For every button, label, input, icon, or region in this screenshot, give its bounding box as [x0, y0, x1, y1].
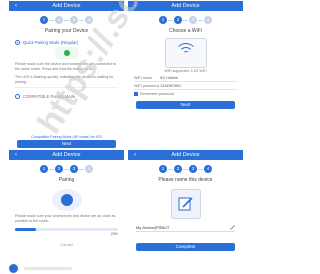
step-indicator: 1 2 3 4 — [9, 165, 124, 173]
step-4: 4 — [85, 165, 93, 173]
cancel-link[interactable]: Cancel — [9, 242, 124, 247]
option-label: Quick Pairing Mode (Regular) — [23, 40, 79, 45]
remember-label: Remember password — [140, 92, 175, 96]
header-title: Add Device — [171, 152, 200, 158]
step-3: 3 — [189, 16, 197, 24]
step-3: 3 — [189, 165, 197, 173]
back-arrow-icon[interactable]: ‹ — [12, 1, 20, 11]
step-4: 4 — [204, 16, 212, 24]
step-1: 1 — [40, 16, 48, 24]
device-name-value[interactable]: My Device(FRBUT — [136, 225, 230, 230]
back-arrow-icon[interactable]: ‹ — [131, 150, 139, 160]
radio-unselected-icon[interactable] — [15, 94, 20, 99]
option-label: COMPATIBLE Pairing Mode — [23, 94, 76, 99]
pairing-progress-bar — [15, 228, 118, 231]
step-indicator: 1 2 3 4 — [9, 16, 124, 24]
wifi-router-illustration — [164, 38, 207, 68]
instruction-text: Please make sure the device and smartpho… — [15, 62, 116, 71]
panel-pairing-mode: ‹ Add Device 1 2 3 4 Pairing your Device… — [9, 1, 124, 147]
wifi-name-field[interactable]: WiFi name 5G Hotline — [134, 76, 237, 82]
step-2: 2 — [55, 16, 63, 24]
header-bar: ‹ Add Device — [9, 1, 124, 11]
page-subtitle: Pairing your Device — [44, 28, 89, 34]
page-subtitle: Choose a WiFi — [169, 28, 202, 34]
edit-name-illustration — [170, 189, 201, 219]
step-3: 3 — [70, 16, 78, 24]
progress-fill — [15, 228, 36, 231]
remember-password-checkbox[interactable]: Remember password — [134, 92, 237, 96]
step-2: 2 — [55, 165, 63, 173]
complete-button[interactable]: Complete — [136, 243, 235, 251]
wifi-password-field[interactable]: WiFi password 1234567891 — [134, 84, 237, 90]
wifi-name-label: WiFi name — [134, 76, 153, 80]
step-indicator: 1 2 3 4 — [128, 165, 243, 173]
instruction-text-2: The LED is flashing quickly, indicating … — [15, 75, 114, 84]
panel-name-device: ‹ Add Device 1 2 3 4 Please name this de… — [128, 150, 243, 255]
led-dot-icon — [63, 50, 70, 56]
compatible-mode-link[interactable]: Compatible Pairing Mode (AP mode) for iO… — [9, 135, 124, 139]
footer-text-placeholder — [24, 266, 72, 270]
wifi-name-value[interactable]: 5G Hotline — [160, 76, 178, 80]
panel-pairing-progress: ‹ Add Device 1 2 3 4 Pairing Please make… — [9, 150, 124, 255]
radio-selected-icon[interactable] — [15, 40, 20, 45]
page-subtitle: Pairing — [58, 177, 75, 183]
step-indicator: 1 2 3 4 — [128, 16, 243, 24]
step-1: 1 — [159, 16, 167, 24]
option-compatible-pairing[interactable]: COMPATIBLE Pairing Mode — [15, 94, 118, 99]
step-2: 2 — [174, 165, 182, 173]
checkbox-icon[interactable] — [134, 92, 138, 96]
step-1: 1 — [159, 165, 167, 173]
option-quick-pairing[interactable]: Quick Pairing Mode (Regular) — [15, 40, 118, 45]
step-2: 2 — [174, 16, 182, 24]
back-arrow-icon[interactable]: ‹ — [12, 150, 20, 160]
header-title: Add Device — [52, 3, 81, 9]
step-3: 3 — [70, 165, 78, 173]
wifi-caption: WiFi supported: 2.4G WiFi — [164, 69, 207, 73]
device-name-field[interactable]: My Device(FRBUT — [136, 225, 235, 232]
pairing-animation — [51, 189, 82, 211]
step-4: 4 — [85, 16, 93, 24]
header-bar: ‹ Add Device — [9, 150, 124, 160]
header-title: Add Device — [171, 3, 200, 9]
back-arrow-icon[interactable]: ‹ — [131, 1, 139, 11]
panel-choose-wifi: ‹ Add Device 1 2 3 4 Choose a WiFi WiFi … — [128, 1, 243, 147]
header-bar: ‹ Add Device — [128, 150, 243, 160]
step-4: 4 — [204, 165, 212, 173]
step-1: 1 — [40, 165, 48, 173]
page-subtitle: Please name this device — [158, 177, 213, 183]
next-button[interactable]: Next — [17, 140, 116, 148]
edit-pencil-icon — [178, 197, 193, 211]
header-title: Add Device — [52, 152, 81, 158]
footer-strip — [0, 262, 250, 274]
pairing-note: Please make sure your smartphone and dev… — [15, 214, 116, 223]
wifi-password-value[interactable]: 1234567891 — [160, 84, 181, 88]
progress-percent: 20% — [110, 232, 118, 236]
header-bar: ‹ Add Device — [128, 1, 243, 11]
pencil-icon[interactable] — [230, 225, 235, 230]
wifi-password-label: WiFi password — [134, 84, 159, 88]
next-button[interactable]: Next — [136, 101, 235, 109]
avatar — [9, 263, 18, 273]
device-icon — [60, 194, 73, 206]
led-illustration — [54, 47, 79, 59]
